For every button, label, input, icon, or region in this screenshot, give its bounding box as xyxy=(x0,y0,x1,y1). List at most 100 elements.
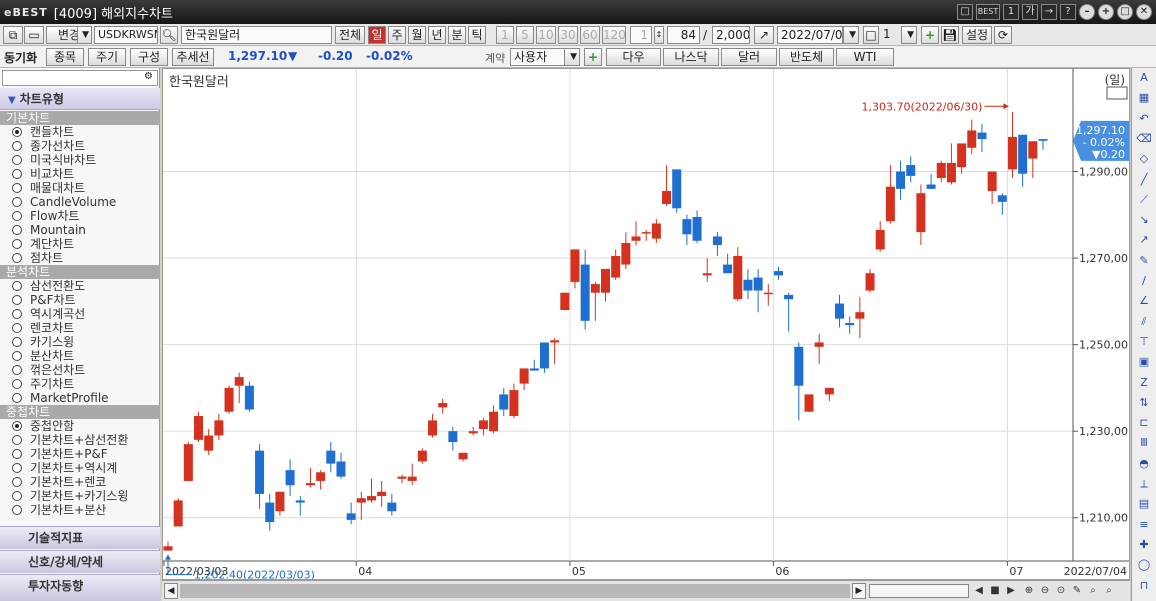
chart-type-option[interactable]: 중첩안함 xyxy=(0,419,160,433)
line-icon[interactable]: ╱ xyxy=(1136,173,1152,187)
radio-icon[interactable] xyxy=(12,491,22,501)
radio-icon[interactable] xyxy=(12,239,22,249)
chart-type-option[interactable]: 기본차트+P&F xyxy=(0,447,160,461)
chart-type-option[interactable]: P&F차트 xyxy=(0,293,160,307)
prev-icon[interactable]: ◀ xyxy=(972,584,986,598)
next-icon[interactable]: ▶ xyxy=(1004,584,1018,598)
total-count-field[interactable]: 2,000 xyxy=(712,26,750,44)
chart-type-icon[interactable]: ↗ xyxy=(754,26,774,44)
candlestick-chart[interactable]: 1,210,00 1,230,00 1,250,00 1,270,00 1,290,00… xyxy=(163,69,1129,579)
ray-icon[interactable]: ↘ xyxy=(1136,213,1152,227)
arrow-line-icon[interactable]: ↗ xyxy=(1136,233,1152,247)
tab-technical-indicators[interactable]: 기술적지표 xyxy=(0,526,160,549)
scroll-right-icon[interactable]: ▶ xyxy=(852,583,866,599)
chart-type-option[interactable]: CandleVolume xyxy=(0,195,160,209)
chart-type-header[interactable]: ▼ 차트유형 xyxy=(0,88,160,110)
parallel-icon[interactable]: ∕ xyxy=(1136,274,1152,288)
speed-line-icon[interactable]: ⟂ xyxy=(1136,477,1152,491)
radio-icon[interactable] xyxy=(12,421,22,431)
chart-type-option[interactable]: 캔들차트 xyxy=(0,125,160,139)
compare-dollar-button[interactable]: 달러 xyxy=(721,48,777,66)
interval-30-button[interactable]: 30 xyxy=(558,26,578,44)
chart-type-option[interactable]: Mountain xyxy=(0,223,160,237)
radio-icon[interactable] xyxy=(12,393,22,403)
compare-semiconductor-button[interactable]: 반도체 xyxy=(779,48,834,66)
radio-icon[interactable] xyxy=(12,379,22,389)
sync-symbol-button[interactable]: 종목 xyxy=(46,48,84,66)
date-input[interactable]: 2022/07/04 xyxy=(777,26,843,44)
compare-nasdaq-button[interactable]: 나스닥 xyxy=(663,48,719,66)
trend-line-icon[interactable]: ⟋ xyxy=(1136,193,1152,207)
user-select-dropdown-icon[interactable] xyxy=(564,48,580,66)
text-tool-icon[interactable]: A xyxy=(1136,71,1152,85)
chart-type-option[interactable]: 점차트 xyxy=(0,251,160,265)
radio-icon[interactable] xyxy=(12,463,22,473)
zoom-slider[interactable] xyxy=(869,584,969,598)
settings-button[interactable]: 설정 xyxy=(962,26,992,44)
chart-type-option[interactable]: Flow차트 xyxy=(0,209,160,223)
radio-icon[interactable] xyxy=(12,351,22,361)
fan-icon[interactable]: ◓ xyxy=(1136,457,1152,471)
window-option-button-2[interactable]: BEST xyxy=(976,4,1000,20)
pane-icon[interactable]: □ xyxy=(863,26,879,44)
radio-icon[interactable] xyxy=(12,505,22,515)
radio-icon[interactable] xyxy=(12,211,22,221)
chart-type-option[interactable]: 기본차트+삼선전환 xyxy=(0,433,160,447)
grid-icon[interactable]: ▦ xyxy=(1136,91,1152,105)
all-button[interactable]: 전체 xyxy=(335,26,365,44)
chart-type-option[interactable]: MarketProfile xyxy=(0,391,160,405)
zoom-out-icon[interactable]: ⊖ xyxy=(1038,584,1052,598)
box-icon[interactable]: ▣ xyxy=(1136,355,1152,369)
period-icon[interactable]: ⊏ xyxy=(1136,416,1152,430)
screen-icon[interactable]: ⧉ xyxy=(3,26,23,44)
magnet-icon[interactable]: ⊓ xyxy=(1136,579,1152,593)
period-tick-tab[interactable]: 틱 xyxy=(468,26,486,44)
radio-icon[interactable] xyxy=(12,169,22,179)
stop-icon[interactable]: ■ xyxy=(988,584,1002,598)
interval-input[interactable]: 1 xyxy=(630,26,652,44)
period-month-tab[interactable]: 월 xyxy=(408,26,426,44)
chart-type-option[interactable]: 카기스윙 xyxy=(0,335,160,349)
tab-signals[interactable]: 신호/강세/약세 xyxy=(0,550,160,573)
save-icon[interactable]: 💾︎ xyxy=(941,26,959,44)
sync-period-button[interactable]: 주기 xyxy=(88,48,126,66)
tool-icon[interactable]: ✎ xyxy=(1070,584,1084,598)
monitor-icon[interactable]: ▭ xyxy=(24,26,44,44)
cross-icon[interactable]: ✚ xyxy=(1136,538,1152,552)
radio-icon[interactable] xyxy=(12,155,22,165)
chart-type-option[interactable]: 기본차트+카기스윙 xyxy=(0,489,160,503)
search-icon[interactable]: 🔍︎ xyxy=(160,26,178,44)
angle-icon[interactable]: ∠ xyxy=(1136,294,1152,308)
pane-count-value[interactable]: 1 xyxy=(880,26,902,44)
vertical-line-icon[interactable]: ⊤ xyxy=(1136,335,1152,349)
zoom-reset-icon[interactable]: ⊙ xyxy=(1054,584,1068,598)
radio-icon[interactable] xyxy=(12,323,22,333)
zoom-in-icon[interactable]: ⊕ xyxy=(1022,584,1036,598)
ellipse-icon[interactable]: ◯ xyxy=(1136,558,1152,572)
chart-type-option[interactable]: 기본차트+역시계 xyxy=(0,461,160,475)
symbol-code-input[interactable]: USDKRWSMBS xyxy=(94,26,158,44)
radio-icon[interactable] xyxy=(12,435,22,445)
chart-type-option[interactable]: 분산차트 xyxy=(0,349,160,363)
radio-icon[interactable] xyxy=(12,337,22,347)
chart-type-option[interactable]: 비교차트 xyxy=(0,167,160,181)
gann-icon[interactable]: ▤ xyxy=(1136,497,1152,511)
refresh-icon[interactable]: ⟳ xyxy=(994,26,1012,44)
interval-spin-icon[interactable]: ↕ xyxy=(654,26,664,44)
window-option-button-5[interactable]: → xyxy=(1041,4,1057,20)
help-button[interactable]: ? xyxy=(1060,4,1076,20)
pane-dropdown-icon[interactable] xyxy=(901,26,917,44)
radio-icon[interactable] xyxy=(12,197,22,207)
compare-wti-button[interactable]: WTI xyxy=(836,48,894,66)
delete-all-icon[interactable]: ⌫ xyxy=(1136,132,1152,146)
period-week-tab[interactable]: 주 xyxy=(388,26,406,44)
interval-5-button[interactable]: 5 xyxy=(516,26,534,44)
radio-icon[interactable] xyxy=(12,365,22,375)
radio-icon[interactable] xyxy=(12,309,22,319)
chart-type-option[interactable]: 기본차트+렌코 xyxy=(0,475,160,489)
chart-type-option[interactable]: 꺾은선차트 xyxy=(0,363,160,377)
add-icon[interactable]: + xyxy=(921,26,939,44)
radio-icon[interactable] xyxy=(12,253,22,263)
chart-type-option[interactable]: 렌코차트 xyxy=(0,321,160,335)
date-dropdown-icon[interactable] xyxy=(843,26,859,44)
